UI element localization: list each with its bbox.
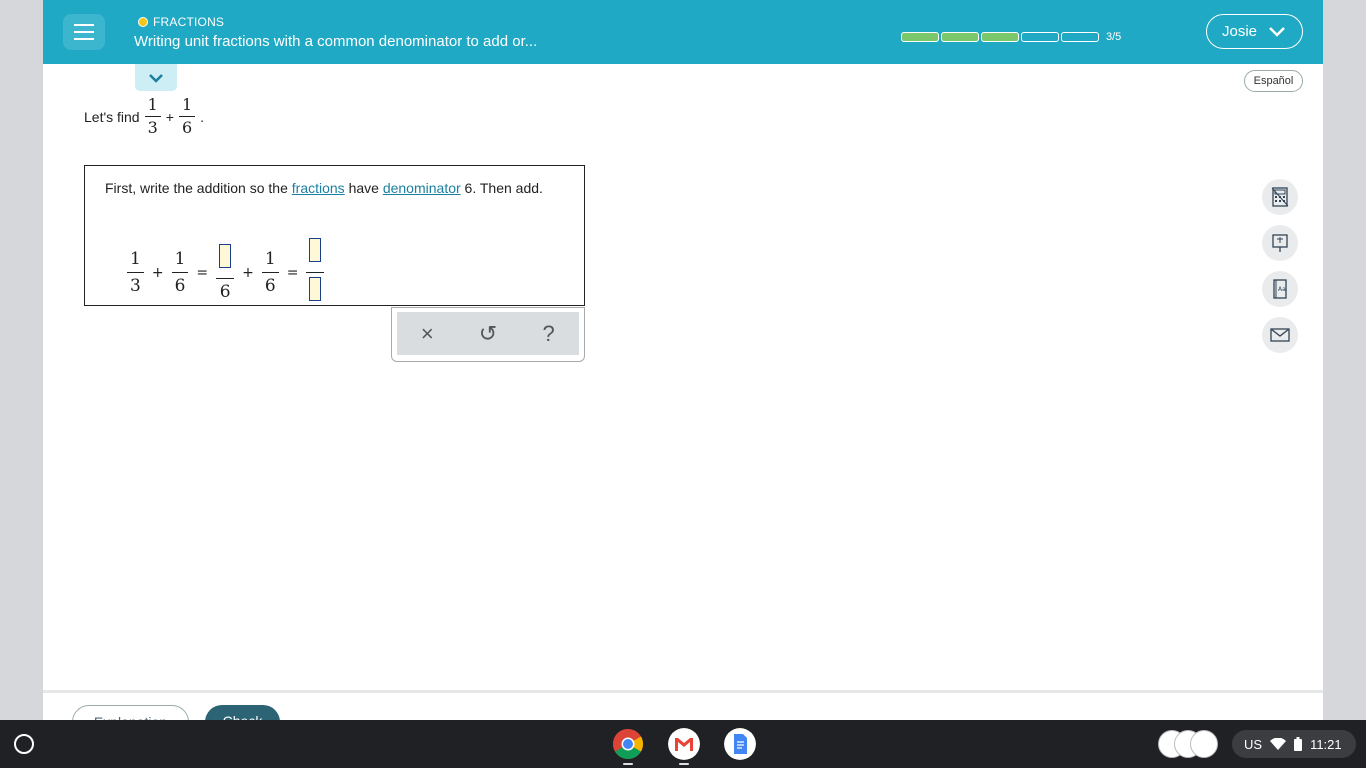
fraction: 1 3 <box>127 248 144 297</box>
running-indicator <box>623 763 633 765</box>
progress-segment <box>901 32 939 42</box>
whiteboard-icon <box>1272 234 1288 252</box>
clear-button[interactable]: × <box>407 317 447 351</box>
gmail-icon[interactable] <box>668 728 700 760</box>
calculator-icon <box>1271 187 1289 207</box>
explanation-button[interactable]: Explanation <box>72 705 189 720</box>
header-bar: FRACTIONS Writing unit fractions with a … <box>43 0 1323 64</box>
hamburger-line <box>74 31 94 33</box>
hamburger-line <box>74 24 94 26</box>
close-icon: × <box>420 320 434 346</box>
sum-denominator-input[interactable] <box>309 277 322 301</box>
os-shelf: US 11:21 <box>0 720 1366 768</box>
numerator-slot <box>306 236 325 273</box>
clock: 11:21 <box>1310 736 1342 752</box>
hamburger-line <box>74 38 94 40</box>
numerator: 1 <box>144 96 161 117</box>
numerator: 1 <box>261 248 279 273</box>
language-toggle-button[interactable]: Español <box>1244 70 1303 92</box>
lesson-app: FRACTIONS Writing unit fractions with a … <box>43 0 1323 720</box>
progress-segment <box>1061 32 1099 42</box>
topic-text: FRACTIONS <box>153 15 225 29</box>
help-icon: ? <box>542 320 555 346</box>
check-button[interactable]: Check <box>205 705 280 720</box>
launcher-icon[interactable] <box>14 734 34 754</box>
denominator-link[interactable]: denominator <box>383 180 461 196</box>
user-menu-button[interactable]: Josie <box>1206 14 1303 49</box>
keyboard-layout: US <box>1244 736 1263 752</box>
progress-bar <box>901 32 1099 42</box>
chevron-down-icon <box>1269 26 1285 37</box>
user-name: Josie <box>1222 23 1258 40</box>
instruction-text: 6. Then add. <box>464 180 543 196</box>
dictionary-button[interactable]: Aa <box>1262 271 1298 307</box>
denominator: 6 <box>174 276 186 296</box>
fraction <box>306 236 325 309</box>
plus-sign: + <box>151 264 164 281</box>
equation: 1 3 + 1 6 = 6 + 1 6 = <box>127 236 325 309</box>
equals-sign: = <box>196 264 209 281</box>
help-button[interactable]: ? <box>529 317 569 351</box>
menu-button[interactable] <box>63 14 105 50</box>
answer-tools: × ↺ ? <box>397 312 579 355</box>
svg-text:Aa: Aa <box>1278 286 1286 293</box>
denominator: 6 <box>219 282 231 302</box>
problem-box: First, write the addition so the fractio… <box>84 165 585 306</box>
numerator: 1 <box>178 96 196 117</box>
dictionary-icon: Aa <box>1273 279 1287 299</box>
instruction-text: First, write the addition so the <box>105 180 288 196</box>
fractions-link[interactable]: fractions <box>292 180 345 196</box>
fraction: 6 <box>216 242 235 303</box>
progress-segment <box>941 32 979 42</box>
denominator-slot <box>309 273 322 309</box>
progress-segment <box>981 32 1019 42</box>
chevron-down-icon <box>149 73 163 83</box>
fraction: 1 3 <box>144 96 161 137</box>
period: . <box>200 108 205 125</box>
numerator-answer-input[interactable] <box>219 244 232 268</box>
sum-numerator-input[interactable] <box>309 238 322 262</box>
denominator: 3 <box>130 276 141 296</box>
fraction: 1 6 <box>178 96 196 137</box>
denominator: 6 <box>181 118 193 137</box>
wifi-icon <box>1270 737 1287 750</box>
plus-sign: + <box>165 108 174 125</box>
lesson-title: Writing unit fractions with a common den… <box>134 33 538 50</box>
bottom-action-bar: Explanation Check <box>43 690 1323 720</box>
plus-sign: + <box>242 264 254 281</box>
question-prompt: Let's find 1 3 + 1 6 . <box>84 96 204 137</box>
calculator-button[interactable] <box>1262 179 1298 215</box>
message-button[interactable] <box>1262 317 1298 353</box>
denominator: 6 <box>264 276 276 296</box>
battery-icon <box>1294 737 1303 751</box>
undo-icon: ↺ <box>478 320 498 346</box>
collapse-header-button[interactable] <box>135 64 177 91</box>
numerator-slot <box>216 242 235 279</box>
avatar <box>1190 730 1218 758</box>
progress-count: 3/5 <box>1106 31 1122 43</box>
numerator: 1 <box>127 248 144 273</box>
whiteboard-button[interactable] <box>1262 225 1298 261</box>
undo-button[interactable]: ↺ <box>468 317 508 351</box>
system-tray[interactable]: US 11:21 <box>1232 730 1356 758</box>
equals-sign: = <box>286 264 299 281</box>
fraction: 1 6 <box>171 248 189 297</box>
mail-icon <box>1270 328 1290 342</box>
topic-label: FRACTIONS <box>138 15 224 29</box>
answer-tools-panel: × ↺ ? <box>391 307 585 362</box>
instruction-text: have <box>348 180 379 196</box>
docs-icon[interactable] <box>724 728 756 760</box>
denominator: 3 <box>147 118 158 137</box>
progress-segment <box>1021 32 1059 42</box>
numerator: 1 <box>171 248 189 273</box>
topic-dot-icon <box>138 17 148 27</box>
problem-instructions: First, write the addition so the fractio… <box>105 180 565 197</box>
running-indicator <box>679 763 689 765</box>
prompt-lead: Let's find <box>84 108 140 125</box>
fraction: 1 6 <box>261 248 279 297</box>
chrome-icon[interactable] <box>612 728 644 760</box>
